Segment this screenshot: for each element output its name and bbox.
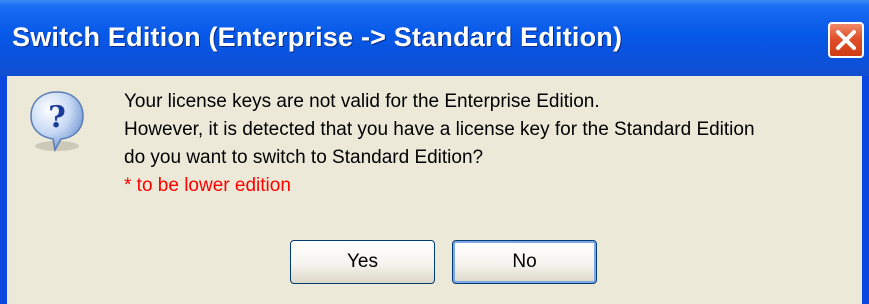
close-button[interactable] [828, 22, 864, 58]
message-line-2: However, it is detected that you have a … [124, 119, 755, 140]
yes-button[interactable]: Yes [290, 240, 435, 284]
message-line-3: do you want to switch to Standard Editio… [124, 147, 484, 168]
dialog-body: ? Your license keys are not valid for th… [7, 76, 862, 304]
dialog-title: Switch Edition (Enterprise -> Standard E… [12, 22, 623, 52]
dialog-window: Switch Edition (Enterprise -> Standard E… [0, 0, 869, 304]
question-icon: ? [30, 91, 84, 153]
close-icon [836, 30, 856, 50]
no-button[interactable]: No [452, 240, 597, 284]
svg-text:?: ? [48, 100, 66, 135]
lower-edition-note: * to be lower edition [124, 175, 291, 196]
title-bar[interactable]: Switch Edition (Enterprise -> Standard E… [0, 0, 869, 76]
message-line-1: Your license keys are not valid for the … [124, 91, 600, 112]
